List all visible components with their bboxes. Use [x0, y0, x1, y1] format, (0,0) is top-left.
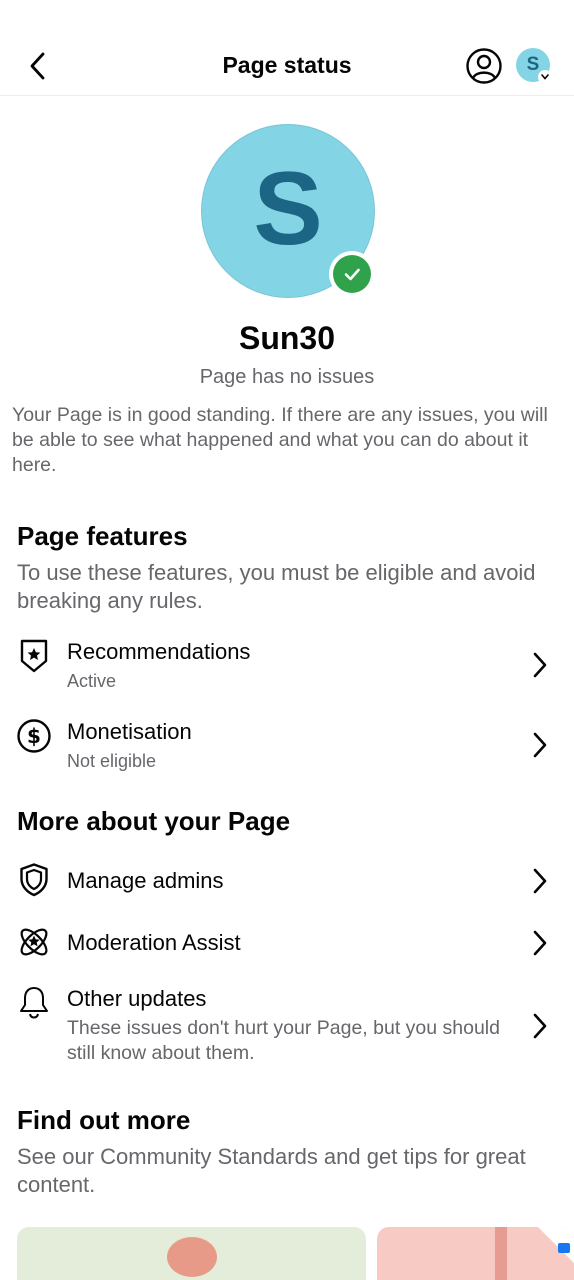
list-item-monetisation[interactable]: $ Monetisation Not eligible: [0, 712, 574, 782]
chevron-right-icon: [528, 650, 552, 680]
list-item-sublabel: Not eligible: [67, 751, 157, 771]
section-title-more-about: More about your Page: [17, 806, 291, 836]
checkmark-icon: [344, 268, 360, 281]
bell-icon: [16, 984, 52, 1020]
list-item-label: Recommendations: [67, 639, 251, 664]
dollar-circle-icon: $: [16, 718, 52, 754]
list-item-sublabel: Active: [67, 671, 117, 691]
chevron-down-icon: [538, 70, 552, 84]
chevron-right-icon: [528, 866, 552, 896]
svg-text:$: $: [27, 724, 41, 748]
page-status-summary: Page has no issues: [199, 366, 375, 388]
section-description-page-features: To use these features, you must be eligi…: [17, 560, 536, 613]
list-item-manage-admins[interactable]: Manage admins: [0, 860, 574, 904]
page-name: Sun30: [238, 320, 336, 356]
section-description-find-out-more: See our Community Standards and get tips…: [17, 1144, 526, 1197]
chevron-right-icon: [528, 928, 552, 958]
list-item-label: Other updates: [67, 986, 207, 1011]
card-illustration: [495, 1227, 507, 1280]
list-item-label: Moderation Assist: [67, 930, 241, 955]
card-illustration: [167, 1237, 217, 1277]
standing-description: Your Page is in good standing. If there …: [12, 404, 548, 476]
page-switcher-avatar[interactable]: S: [516, 48, 552, 84]
list-item-label: Monetisation: [67, 719, 192, 744]
shield-icon: [16, 862, 52, 898]
list-item-recommendations[interactable]: Recommendations Active: [0, 632, 574, 702]
status-badge: [329, 251, 375, 297]
shield-star-icon: [16, 638, 52, 674]
avatar-letter: S: [253, 151, 323, 267]
resource-card[interactable]: [17, 1227, 366, 1280]
top-bar: Page status S: [0, 0, 574, 96]
chevron-right-icon: [528, 730, 552, 760]
person-circle-icon: [466, 48, 502, 84]
section-title-find-out-more: Find out more: [17, 1105, 191, 1135]
bag-icon: [558, 1243, 570, 1253]
chevron-right-icon: [528, 1011, 552, 1041]
resource-card[interactable]: [377, 1227, 574, 1280]
list-item-other-updates[interactable]: Other updates These issues don't hurt yo…: [0, 980, 574, 1070]
profile-button[interactable]: [465, 47, 503, 85]
list-item-label: Manage admins: [67, 868, 224, 893]
list-item-sublabel: These issues don't hurt your Page, but y…: [67, 1017, 500, 1064]
section-title-page-features: Page features: [17, 521, 188, 551]
atom-star-icon: [16, 924, 52, 960]
list-item-moderation-assist[interactable]: Moderation Assist: [0, 922, 574, 966]
